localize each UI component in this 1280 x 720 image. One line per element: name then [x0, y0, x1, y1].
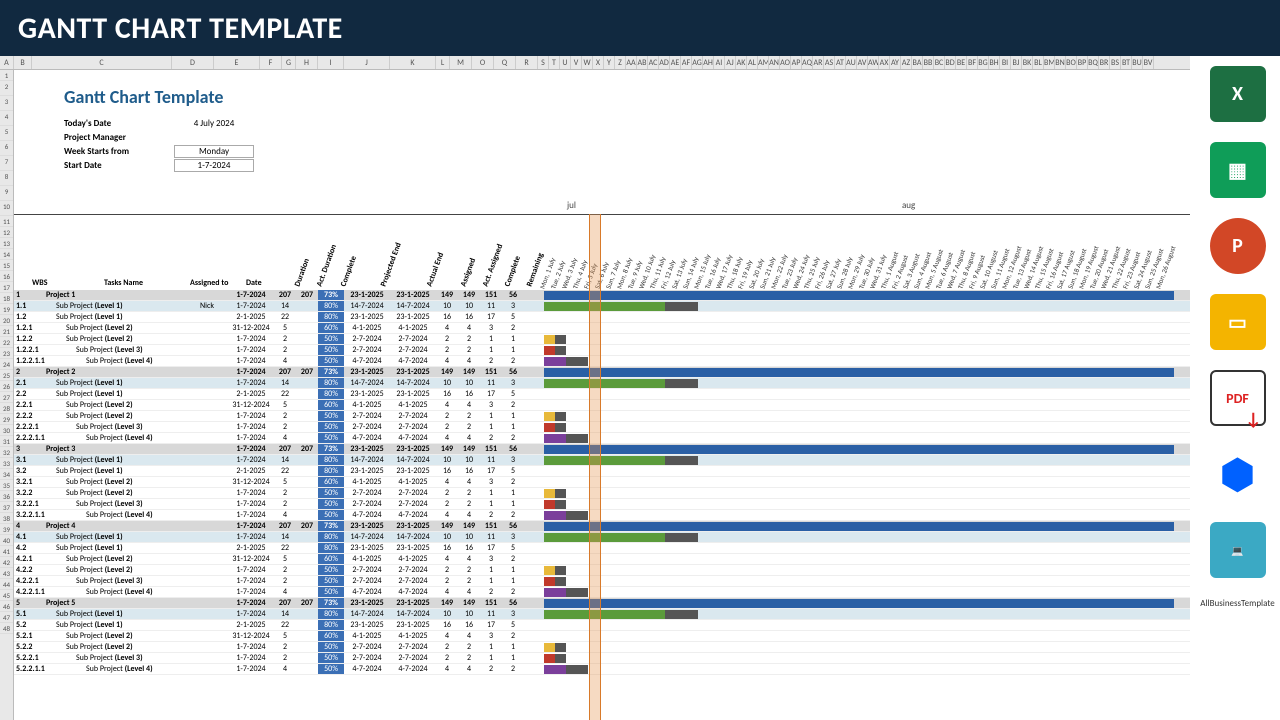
google-sheets-icon[interactable]: ▦ [1210, 142, 1266, 198]
table-row[interactable]: 2.2.2Sub Project (Level 2)1-7-2024250%2-… [14, 411, 1190, 422]
table-row[interactable]: 4.2.2.1Sub Project (Level 3)1-7-2024250%… [14, 576, 1190, 587]
data-rows: 1Project 11-7-202420720773%23-1-202523-1… [14, 290, 1190, 675]
month-aug: aug [902, 200, 915, 211]
month-jul: jul [567, 200, 576, 211]
table-row[interactable]: 4.2.2Sub Project (Level 2)1-7-2024250%2-… [14, 565, 1190, 576]
hdr-projected-end: Projected End [379, 241, 404, 288]
table-row[interactable]: 5.2Sub Project (Level 1)2-1-20252280%23-… [14, 620, 1190, 631]
today-marker [589, 214, 601, 720]
table-row[interactable]: 5Project 51-7-202420720773%23-1-202523-1… [14, 598, 1190, 609]
table-row[interactable]: 5.2.2.1Sub Project (Level 3)1-7-2024250%… [14, 653, 1190, 664]
row-numbers: 1234567891011121314151617181920212223242… [0, 70, 14, 720]
meta-start-value[interactable]: 1-7-2024 [174, 159, 254, 172]
table-row[interactable]: 4.2.2.1.1Sub Project (Level 4)1-7-202445… [14, 587, 1190, 598]
sheet-content: Gantt Chart Template Today's Date4 July … [14, 70, 1190, 720]
table-headers: WBS Tasks Name Assigned to Date Duration… [14, 220, 544, 290]
hdr-act-assigned: Act. Assigned [481, 243, 506, 288]
allbusinesstemplates-icon[interactable]: 💻 [1210, 522, 1266, 578]
table-row[interactable]: 3.2.2.1Sub Project (Level 3)1-7-2024250%… [14, 499, 1190, 510]
table-row[interactable]: 4.2Sub Project (Level 1)2-1-20252280%23-… [14, 543, 1190, 554]
hdr-actual-end: Actual End [425, 251, 447, 288]
meta-week-value[interactable]: Monday [174, 145, 254, 158]
table-row[interactable]: 2.1Sub Project (Level 1)1-7-20241480%14-… [14, 378, 1190, 389]
table-row[interactable]: 4.1Sub Project (Level 1)1-7-20241480%14-… [14, 532, 1190, 543]
hdr-assigned: Assigned [459, 257, 479, 288]
abt-label: AllBusinessTemplate [1200, 598, 1274, 609]
dropbox-icon[interactable]: ⬢ [1210, 446, 1266, 502]
table-row[interactable]: 5.2.2.1.1Sub Project (Level 4)1-7-202445… [14, 664, 1190, 675]
header-rule [14, 214, 1190, 215]
table-row[interactable]: 4.2.1Sub Project (Level 2)31-12-2024560%… [14, 554, 1190, 565]
table-row[interactable]: 5.1Sub Project (Level 1)1-7-20241480%14-… [14, 609, 1190, 620]
spreadsheet-area: ABCDEFGHIJKLMOQRSTUVWXYZAAABACADAEAFAGAH… [0, 56, 1190, 720]
table-row[interactable]: 1.2Sub Project (Level 1)2-1-20252280%23-… [14, 312, 1190, 323]
google-slides-icon[interactable]: ▭ [1210, 294, 1266, 350]
table-row[interactable]: 2.2.1Sub Project (Level 2)31-12-2024560%… [14, 400, 1190, 411]
table-row[interactable]: 3.2.2.1.1Sub Project (Level 4)1-7-202445… [14, 510, 1190, 521]
sheet-title: Gantt Chart Template [14, 70, 1190, 116]
meta-today-label: Today's Date [64, 118, 174, 129]
meta-pm-label: Project Manager [64, 132, 174, 143]
meta-start-label: Start Date [64, 160, 174, 171]
hdr-duration: Duration [293, 257, 312, 288]
table-row[interactable]: 2.2.2.1Sub Project (Level 3)1-7-2024250%… [14, 422, 1190, 433]
table-row[interactable]: 2.2.2.1.1Sub Project (Level 4)1-7-202445… [14, 433, 1190, 444]
hdr-task: Tasks Name [104, 278, 143, 288]
table-row[interactable]: 2.2Sub Project (Level 1)2-1-20252280%23-… [14, 389, 1190, 400]
page-banner: GANTT CHART TEMPLATE [0, 0, 1280, 56]
table-row[interactable]: 4Project 41-7-202420720773%23-1-202523-1… [14, 521, 1190, 532]
hdr-act-duration: Act. Duration [315, 243, 339, 288]
table-row[interactable]: 3.2.2Sub Project (Level 2)1-7-2024250%2-… [14, 488, 1190, 499]
hdr-complete: Complete [339, 255, 359, 288]
table-row[interactable]: 3.2Sub Project (Level 1)2-1-20252280%23-… [14, 466, 1190, 477]
table-row[interactable]: 1.2.2.1Sub Project (Level 3)1-7-2024250%… [14, 345, 1190, 356]
table-row[interactable]: 3Project 31-7-202420720773%23-1-202523-1… [14, 444, 1190, 455]
table-row[interactable]: 1.2.2.1.1Sub Project (Level 4)1-7-202445… [14, 356, 1190, 367]
table-row[interactable]: 3.1Sub Project (Level 1)1-7-20241480%14-… [14, 455, 1190, 466]
meta-block: Today's Date4 July 2024 Project Manager … [14, 116, 1190, 172]
table-row[interactable]: 5.2.1Sub Project (Level 2)31-12-2024560%… [14, 631, 1190, 642]
table-row[interactable]: 3.2.1Sub Project (Level 2)31-12-2024560%… [14, 477, 1190, 488]
meta-today-value: 4 July 2024 [174, 118, 254, 129]
hdr-assigned-to: Assigned to [190, 278, 228, 288]
table-row[interactable]: 1.2.2Sub Project (Level 2)1-7-2024250%2-… [14, 334, 1190, 345]
banner-text: GANTT CHART TEMPLATE [18, 10, 343, 47]
table-row[interactable]: 2Project 21-7-202420720773%23-1-202523-1… [14, 367, 1190, 378]
hdr-date: Date [246, 278, 262, 288]
table-row[interactable]: 5.2.2Sub Project (Level 2)1-7-2024250%2-… [14, 642, 1190, 653]
date-headers: Mon, 1 JulyTue, 2 JulyWed, 3 JulyThu, 4 … [544, 220, 1190, 290]
powerpoint-icon[interactable]: P [1210, 218, 1266, 274]
pdf-icon[interactable]: PDF↓ [1210, 370, 1266, 426]
hdr-wbs: WBS [32, 278, 48, 288]
table-row[interactable]: 1.2.1Sub Project (Level 2)31-12-2024560%… [14, 323, 1190, 334]
table-row[interactable]: 1.1Sub Project (Level 1)Nick1-7-20241480… [14, 301, 1190, 312]
column-headers: ABCDEFGHIJKLMOQRSTUVWXYZAAABACADAEAFAGAH… [0, 56, 1190, 70]
hdr-complete2: Complete [503, 255, 523, 288]
excel-icon[interactable]: X [1210, 66, 1266, 122]
meta-week-label: Week Starts from [64, 146, 174, 157]
table-row[interactable]: 1Project 11-7-202420720773%23-1-202523-1… [14, 290, 1190, 301]
app-icons-sidebar: X ▦ P ▭ PDF↓ ⬢ 💻 AllBusinessTemplate [1195, 56, 1280, 720]
